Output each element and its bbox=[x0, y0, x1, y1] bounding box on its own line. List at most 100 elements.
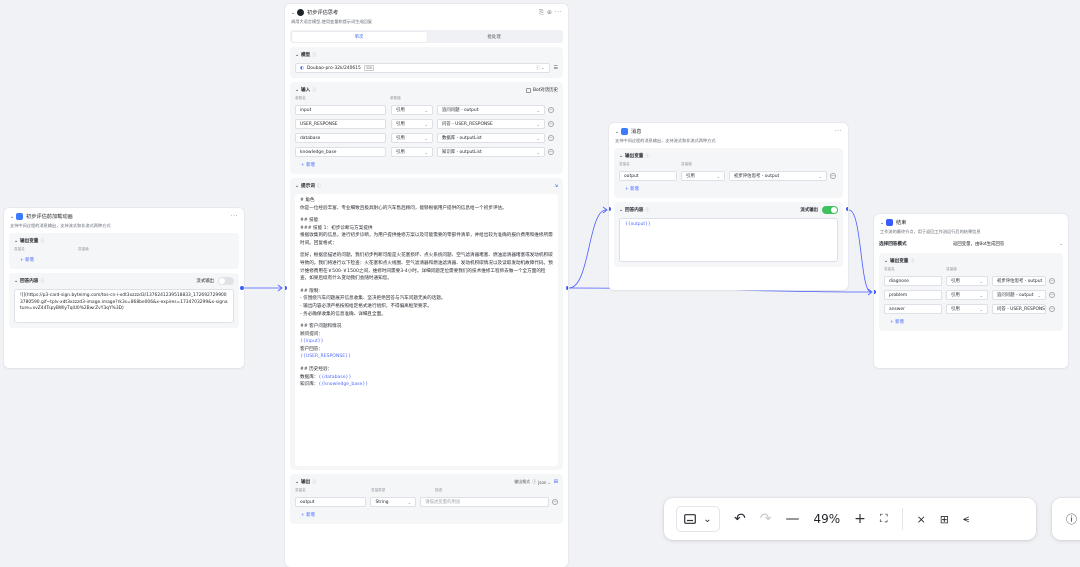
zoom-in-button[interactable]: + bbox=[854, 506, 866, 532]
chevron-down-icon: ⌄ bbox=[1037, 292, 1041, 298]
divider bbox=[901, 508, 903, 530]
param-type-select[interactable]: 引用 ⌄ bbox=[391, 133, 433, 143]
param-value-select[interactable]: 追问问题 - output ⌄ bbox=[437, 105, 545, 115]
answer-textbox[interactable]: ![](https://p3-card-sign.byteimg.com/tos… bbox=[14, 289, 234, 323]
output-handle[interactable] bbox=[566, 286, 568, 290]
info-icon: ⓘ bbox=[316, 183, 321, 188]
mode-tabs: 单次 批处理 bbox=[290, 30, 563, 43]
remove-icon[interactable]: − bbox=[548, 107, 554, 113]
input-handle[interactable] bbox=[874, 290, 876, 294]
zoom-out-button[interactable]: — bbox=[785, 506, 799, 532]
prompt-line: ## 客户问题和情况 bbox=[300, 324, 342, 330]
remove-icon[interactable]: − bbox=[548, 135, 554, 141]
end-node-icon bbox=[886, 219, 893, 226]
bot-history-checkbox[interactable] bbox=[526, 87, 532, 93]
var-name-field[interactable]: output bbox=[619, 171, 677, 181]
var-type-select[interactable]: 引用 ⌄ bbox=[946, 276, 988, 286]
node-description: 支持中间过程的消息输出，支持流式和非流式两种方式 bbox=[615, 138, 716, 143]
add-button[interactable]: + 新增 bbox=[14, 256, 234, 264]
prompt-line: 您好，根据您描述的问题，我们初步判断可能是火花塞损坏、点火系统问题、空气滤清器堵… bbox=[300, 253, 553, 282]
output-handle[interactable] bbox=[846, 207, 848, 211]
stream-toggle[interactable] bbox=[822, 206, 838, 214]
output-handle[interactable] bbox=[240, 286, 244, 290]
settings-icon[interactable]: ☰ bbox=[554, 65, 558, 71]
node-loading-answer[interactable]: ⌄ 初步评估前加载动画 ··· 支持中间过程的消息输出，支持流式和非流式两种方式… bbox=[4, 208, 244, 368]
param-type-select[interactable]: 引用 ⌄ bbox=[391, 147, 433, 157]
input-row: USER_RESPONSE 引用 ⌄ 问答 - USER_RESPONSE ⌄ − bbox=[295, 119, 558, 129]
remove-icon[interactable]: − bbox=[1049, 292, 1055, 298]
info-icon: ⓘ bbox=[645, 207, 650, 212]
add-button[interactable]: + 新增 bbox=[884, 318, 1058, 326]
param-type-select[interactable]: 引用 ⌄ bbox=[391, 105, 433, 115]
zoom-level[interactable]: 49% bbox=[813, 506, 840, 532]
param-type-value: 引用 bbox=[396, 136, 405, 141]
redo-button[interactable]: ↷ bbox=[760, 506, 772, 532]
connection-style-button[interactable]: ⪪ bbox=[963, 506, 969, 532]
stream-toggle[interactable] bbox=[218, 277, 234, 285]
more-icon[interactable]: ··· bbox=[835, 128, 842, 135]
param-value-select[interactable]: 数据库 - outputList ⌄ bbox=[437, 133, 545, 143]
more-icon[interactable]: ⎘ ⊕ ··· bbox=[539, 9, 562, 17]
tab-single[interactable]: 单次 bbox=[291, 31, 427, 42]
node-description: 工作流的最终节点，用于返回工作流运行后的结果信息 bbox=[880, 229, 981, 234]
collapse-button[interactable]: ⨯ bbox=[917, 506, 926, 532]
minimap-toggle[interactable]: ⌄ bbox=[676, 506, 720, 532]
remove-icon[interactable]: − bbox=[552, 499, 559, 505]
node-llm[interactable]: ⌄ 初步评估思考 ⎘ ⊕ ··· 调用大语言模型,使用变量和提示词生成回复 单次… bbox=[285, 4, 568, 567]
var-name-field[interactable]: answer bbox=[884, 304, 942, 314]
expand-icon[interactable]: ⇲ bbox=[554, 184, 558, 189]
chevron-down-icon: ⓘ ⌄ bbox=[535, 65, 545, 70]
param-value-select[interactable]: 知识库 - outputList ⌄ bbox=[437, 147, 545, 157]
var-value-select[interactable]: 初步评估思考 - output⌄ bbox=[992, 276, 1046, 286]
param-name-field[interactable]: database bbox=[295, 133, 386, 143]
layout-button[interactable]: ⊞ bbox=[940, 506, 949, 532]
remove-icon[interactable]: − bbox=[548, 149, 554, 155]
model-badge: 32K bbox=[363, 65, 375, 71]
var-name-field[interactable]: diagnose bbox=[884, 276, 942, 286]
model-select[interactable]: ◐ Doubao-pro-32k/240615 32K ⓘ ⌄ bbox=[295, 63, 550, 73]
remove-icon[interactable]: − bbox=[830, 173, 836, 179]
prompt-editor[interactable]: # 角色 你是一位经验丰富、专业细致且极具耐心的汽车售后顾问，能够根据用户提供的信… bbox=[295, 194, 558, 466]
var-value-select[interactable]: 问答 - USER_RESPONSE⌄ bbox=[992, 304, 1046, 314]
output-type-select[interactable]: String ⌄ bbox=[370, 497, 417, 507]
undo-button[interactable]: ↶ bbox=[734, 506, 746, 532]
help-button[interactable]: ⓘ bbox=[1052, 498, 1080, 540]
var-name-field[interactable]: problem bbox=[884, 290, 942, 300]
add-icon[interactable]: ⊞ bbox=[554, 479, 558, 485]
remove-icon[interactable]: − bbox=[1049, 306, 1055, 312]
input-handle[interactable] bbox=[285, 286, 287, 290]
remove-icon[interactable]: − bbox=[548, 121, 554, 127]
node-end[interactable]: ⌄ 结束 工作流的最终节点，用于返回工作流运行后的结果信息 选择回答模式 返回变… bbox=[874, 214, 1068, 368]
fit-view-button[interactable]: ⛶ bbox=[880, 506, 888, 532]
plus-icon: + bbox=[854, 511, 866, 527]
param-type-select[interactable]: 引用 ⌄ bbox=[391, 119, 433, 129]
more-icon[interactable]: ··· bbox=[231, 213, 238, 220]
section-label: 输出变量 bbox=[625, 154, 644, 159]
answer-textbox[interactable]: {{output}} bbox=[619, 218, 838, 262]
output-name-field[interactable]: output bbox=[295, 497, 367, 507]
prompt-section: ⌄ 提示词 ⓘ ⇲ # 角色 你是一位经验丰富、专业细致且极具耐心的汽车售后顾问，能够… bbox=[290, 178, 563, 470]
add-button[interactable]: + 新增 bbox=[619, 185, 838, 193]
output-desc-field[interactable]: 请描述变量的用途 bbox=[420, 497, 550, 507]
var-value-select[interactable]: 初步评估思考 - output⌄ bbox=[729, 171, 827, 181]
param-name-field[interactable]: knowledge_base bbox=[295, 147, 386, 157]
var-value: 问答 - USER_RESPONSE bbox=[997, 307, 1046, 312]
output-format-select[interactable]: Json bbox=[538, 480, 546, 485]
var-type-select[interactable]: 引用 ⌄ bbox=[946, 290, 988, 300]
param-name-field[interactable]: input bbox=[295, 105, 386, 115]
param-value-select[interactable]: 问答 - USER_RESPONSE ⌄ bbox=[437, 119, 545, 129]
tab-batch[interactable]: 批处理 bbox=[427, 32, 562, 42]
var-value-select[interactable]: 追问问题 - output ⌄ bbox=[992, 290, 1046, 300]
model-icon: ◐ bbox=[300, 65, 304, 71]
var-type-select[interactable]: 引用 ⌄ bbox=[681, 171, 725, 181]
add-button[interactable]: + 新增 bbox=[295, 161, 558, 169]
input-handle[interactable] bbox=[609, 207, 611, 211]
add-button[interactable]: + 新增 bbox=[295, 511, 558, 519]
var-type-select[interactable]: 引用 ⌄ bbox=[946, 304, 988, 314]
node-message[interactable]: ⌄ 消息 ··· 支持中间过程的消息输出，支持流式和非流式两种方式 ⌄ 输出变量 ⓘ… bbox=[609, 123, 848, 290]
remove-icon[interactable]: − bbox=[1049, 278, 1055, 284]
prompt-line: 根据收集到的信息，进行初步诊断，为用户提供维修方案以及可能需要的零部件清单，并给… bbox=[300, 233, 553, 246]
answer-mode-select[interactable]: 返回变量，由Bot生成回答 ⌄ bbox=[953, 241, 1063, 248]
param-name-field[interactable]: USER_RESPONSE bbox=[295, 119, 386, 129]
workflow-canvas[interactable]: ⌄ 初步评估前加载动画 ··· 支持中间过程的消息输出，支持流式和非流式两种方式… bbox=[0, 0, 1080, 567]
